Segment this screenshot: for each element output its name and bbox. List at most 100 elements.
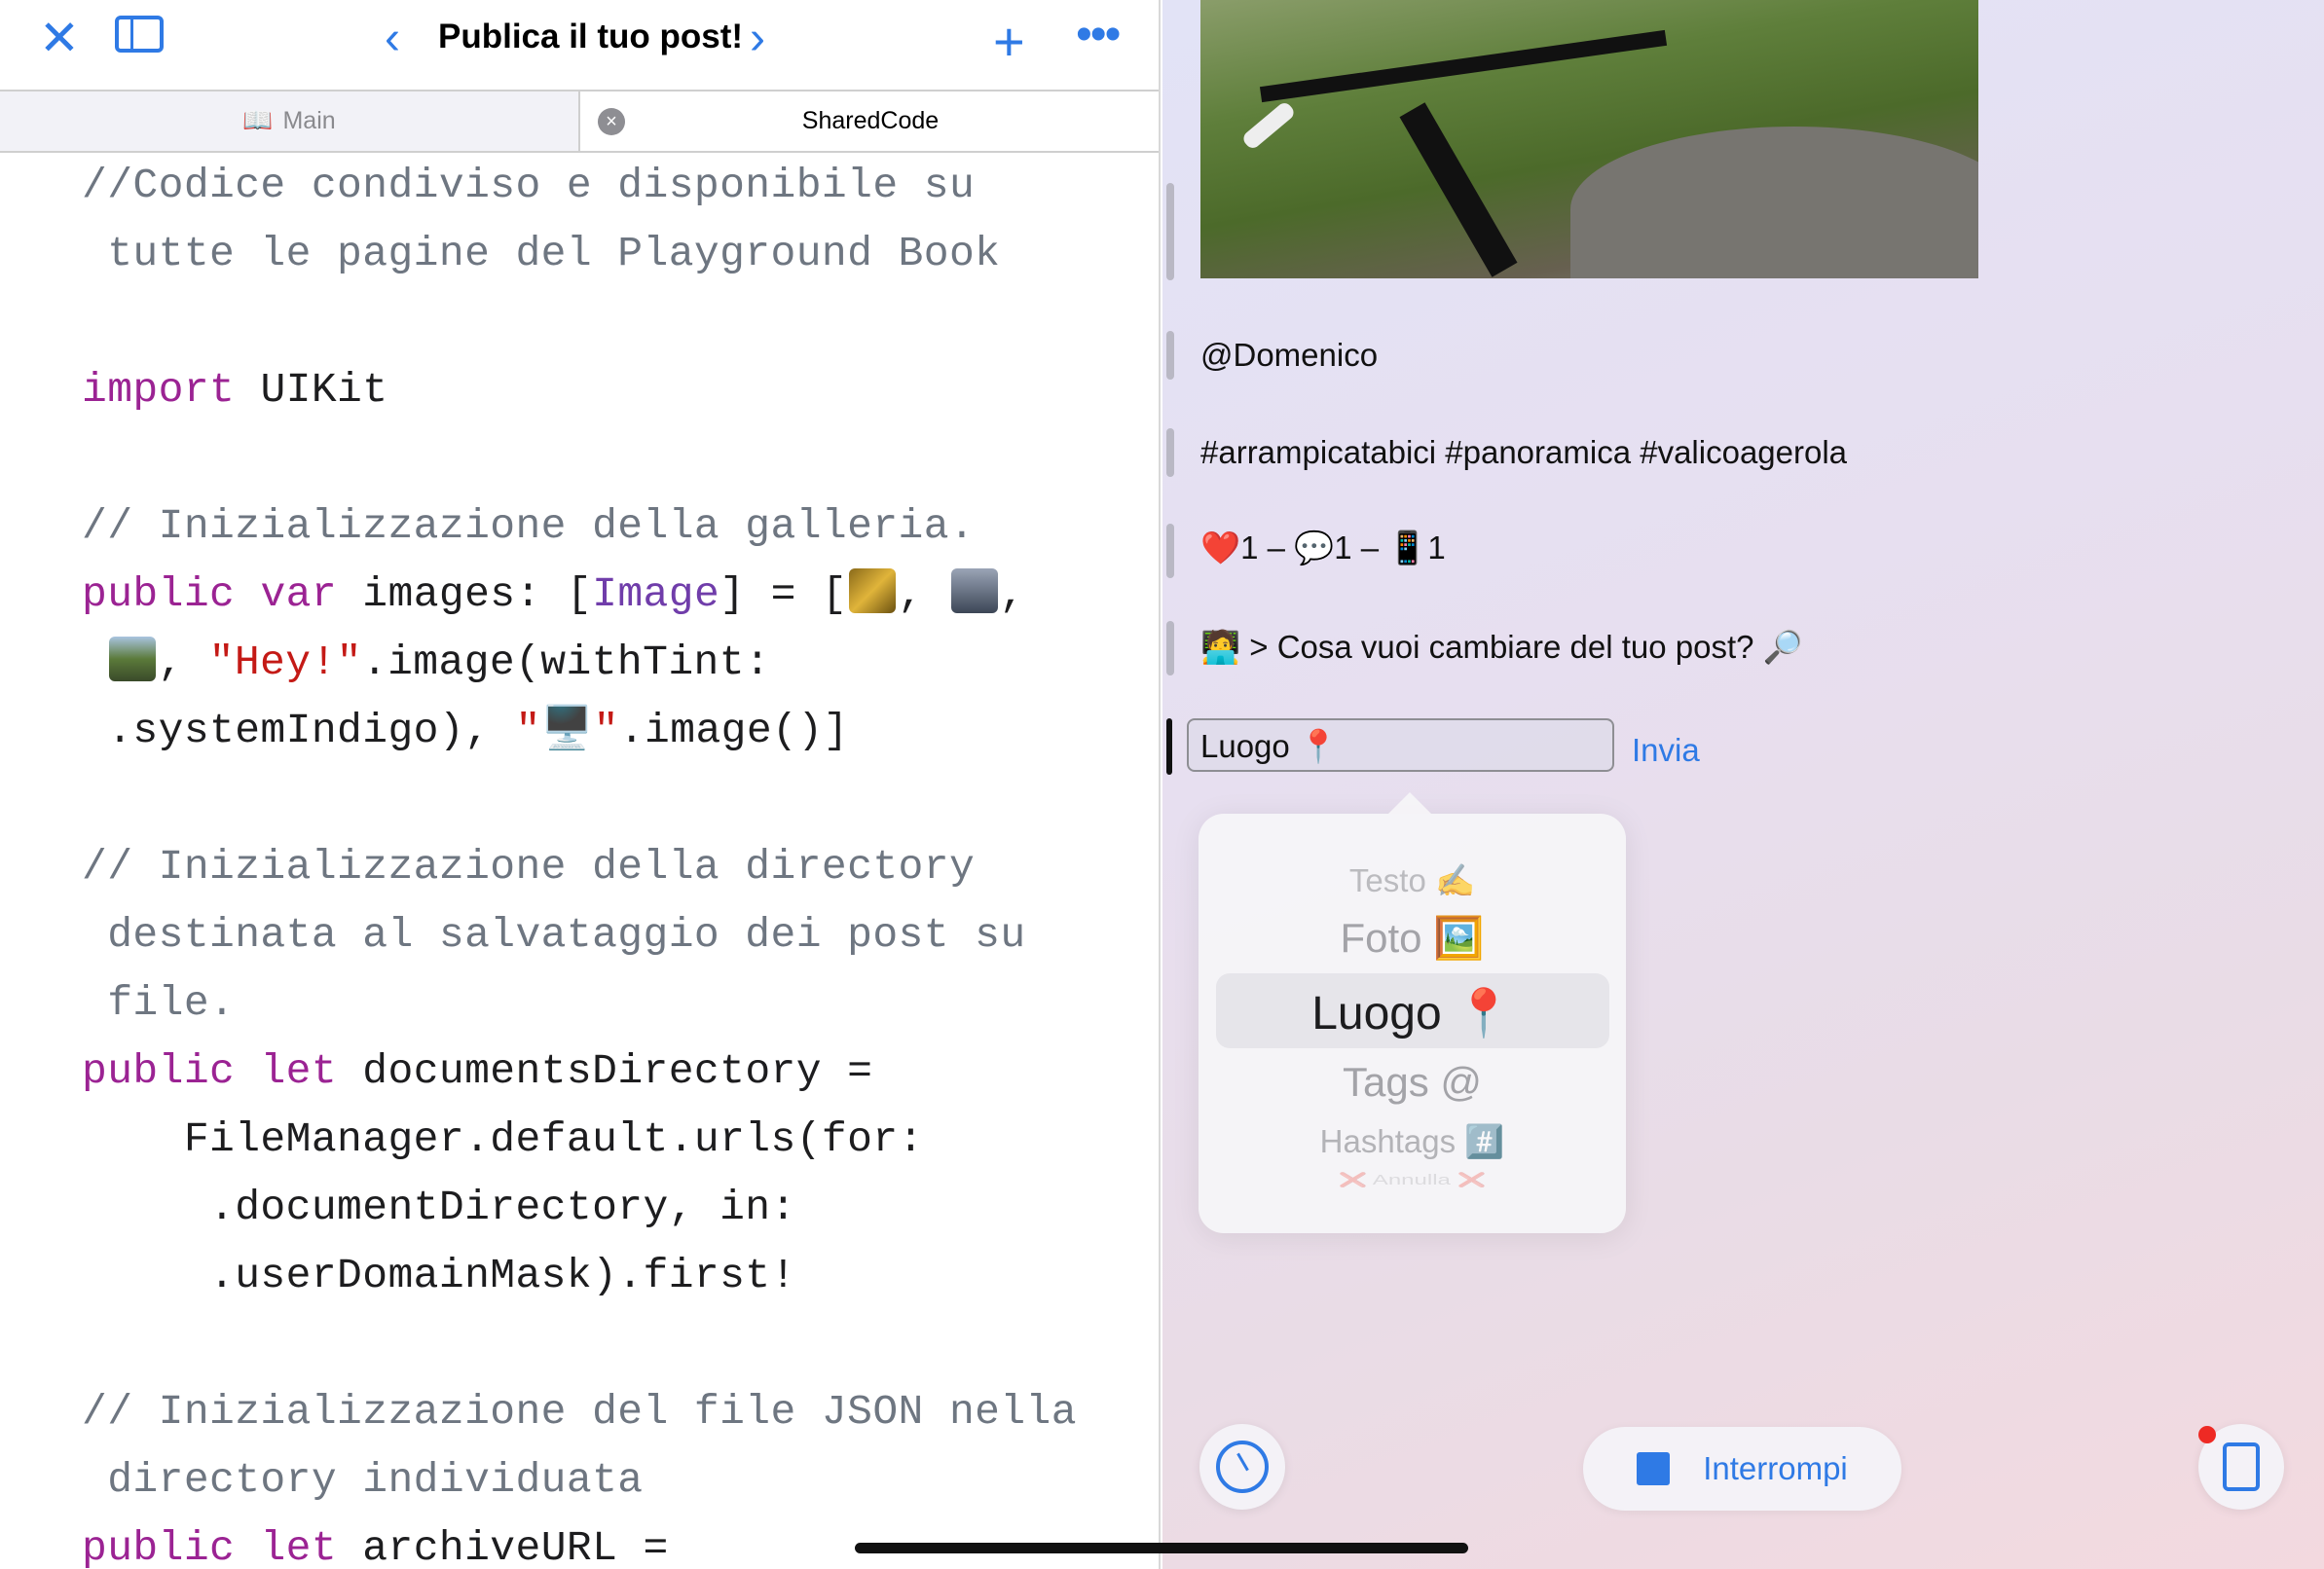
code-line: // Inizializzazione del file JSON nella (82, 1378, 1077, 1446)
code-token: ] = [ (719, 570, 848, 618)
code-token: // Inizializzazione della galleria. (82, 502, 976, 550)
popover-arrow (1388, 792, 1431, 814)
code-line: , "Hey!".image(withTint: (82, 629, 1077, 697)
code-token: archiveURL = (337, 1524, 669, 1569)
code-token: .systemIndigo), (82, 707, 516, 754)
code-token: tutte le pagine del Playground Book (82, 230, 1001, 277)
code-token: // Inizializzazione della directory (82, 843, 976, 891)
code-token: directory individuata (82, 1456, 644, 1504)
documentation-button[interactable] (2198, 1424, 2284, 1510)
tab-label: Main (282, 107, 336, 134)
edit-prompt: 🧑‍💻 > Cosa vuoi cambiare del tuo post? 🔎 (1200, 629, 1803, 665)
tab-label: SharedCode (801, 107, 940, 134)
stop-label: Interrompi (1703, 1450, 1848, 1486)
scroll-indicator (1166, 331, 1174, 380)
code-token: //Codice condiviso e disponibile su (82, 162, 976, 209)
code-line: file. (82, 969, 1077, 1038)
code-token: , (158, 639, 209, 686)
code-token: .image()] (618, 707, 849, 754)
tab-sharedcode[interactable]: × SharedCode (580, 91, 1159, 151)
close-tab-icon[interactable]: × (598, 108, 625, 135)
speed-gauge-button[interactable] (1199, 1424, 1285, 1510)
more-icon[interactable]: ••• (1076, 8, 1121, 61)
sidebar-toggle-icon[interactable] (115, 16, 164, 53)
home-indicator[interactable] (855, 1543, 1468, 1553)
code-text[interactable]: //Codice condiviso e disponibile su tutt… (82, 152, 1077, 1569)
picker-option[interactable]: Hashtags #️⃣ (1199, 1123, 1626, 1161)
code-line: public var images: [Image] = [, , (82, 561, 1077, 629)
tab-main[interactable]: 📖 Main (0, 91, 580, 151)
code-token: public (82, 570, 236, 618)
code-token: FileManager.default.urls(for: (82, 1115, 924, 1163)
tab-bar: 📖 Main × SharedCode (0, 90, 1159, 153)
picker-option[interactable]: Foto 🖼️ (1199, 915, 1626, 963)
send-button[interactable]: Invia (1632, 732, 1700, 769)
post-hashtags: #arrampicatabici #panoramica #valicoager… (1200, 434, 1848, 470)
close-icon[interactable]: ✕ (39, 14, 80, 62)
scroll-indicator (1166, 428, 1174, 477)
image-literal (950, 568, 998, 613)
post-author: @Domenico (1200, 337, 1379, 373)
scroll-indicator (1166, 621, 1174, 675)
code-token: var (260, 570, 338, 618)
code-line: //Codice condiviso e disponibile su (82, 152, 1077, 220)
code-line: import UIKit (82, 356, 1077, 424)
plus-icon[interactable]: + (993, 10, 1025, 73)
document-icon (2223, 1442, 2260, 1491)
post-photo (1200, 0, 1978, 278)
picker-option[interactable]: Tags @ (1199, 1059, 1626, 1106)
code-token: UIKit (235, 366, 388, 414)
stop-button[interactable]: Interrompi (1583, 1427, 1901, 1511)
scroll-indicator (1166, 183, 1174, 280)
book-icon: 📖 (242, 107, 274, 134)
chevron-left-icon[interactable]: ‹ (385, 12, 400, 65)
scroll-indicator (1166, 524, 1174, 578)
chevron-right-icon[interactable]: › (750, 12, 765, 65)
code-line: .userDomainMask).first! (82, 1242, 1077, 1310)
code-token: documentsDirectory = (337, 1047, 873, 1095)
cursor-indicator (1166, 718, 1172, 775)
code-line: // Inizializzazione della galleria. (82, 493, 1077, 561)
stop-icon (1637, 1452, 1671, 1485)
code-line: FileManager.default.urls(for: (82, 1106, 1077, 1174)
option-picker[interactable]: Testo ✍️ Foto 🖼️ Luogo 📍 Tags @ Hashtags… (1199, 792, 1626, 1233)
picker-option[interactable]: Testo ✍️ (1199, 862, 1626, 900)
image-literal (109, 637, 157, 681)
code-token: .userDomainMask).first! (82, 1252, 796, 1299)
code-token: public (82, 1047, 236, 1095)
code-token: let (260, 1047, 338, 1095)
code-editor-pane: ✕ ‹ Publica il tuo post! › + ••• 📖 Main ×… (0, 0, 1161, 1569)
code-token: Image (592, 570, 720, 618)
code-token: , (999, 570, 1025, 618)
code-line: destinata al salvataggio dei post su (82, 901, 1077, 969)
code-token: images: [ (337, 570, 593, 618)
code-line: // Inizializzazione della directory (82, 833, 1077, 901)
code-line: tutte le pagine del Playground Book (82, 220, 1077, 288)
picker-option-selected[interactable]: Luogo 📍 (1199, 985, 1626, 1040)
code-line: public let archiveURL = (82, 1514, 1077, 1569)
post-stats: ❤️1 – 💬1 – 📱1 (1200, 529, 1446, 566)
image-literal (849, 568, 897, 613)
edit-input[interactable]: Luogo 📍 (1187, 718, 1614, 772)
code-token: "Hey!" (208, 639, 362, 686)
gauge-icon (1216, 1441, 1269, 1493)
toolbar: ✕ ‹ Publica il tuo post! › + ••• (0, 0, 1159, 90)
code-token: public (82, 1524, 236, 1569)
code-token: // Inizializzazione del file JSON nella (82, 1388, 1077, 1436)
page-title: Publica il tuo post! (438, 18, 744, 55)
code-line: public let documentsDirectory = (82, 1038, 1077, 1106)
code-token: "🖥️" (515, 707, 619, 754)
code-token: file. (82, 979, 236, 1027)
picker-option[interactable]: ❌ Annulla ❌ (1199, 1172, 1626, 1188)
code-line: .documentDirectory, in: (82, 1174, 1077, 1242)
code-token: .documentDirectory, in: (82, 1184, 796, 1231)
code-token: , (898, 570, 949, 618)
